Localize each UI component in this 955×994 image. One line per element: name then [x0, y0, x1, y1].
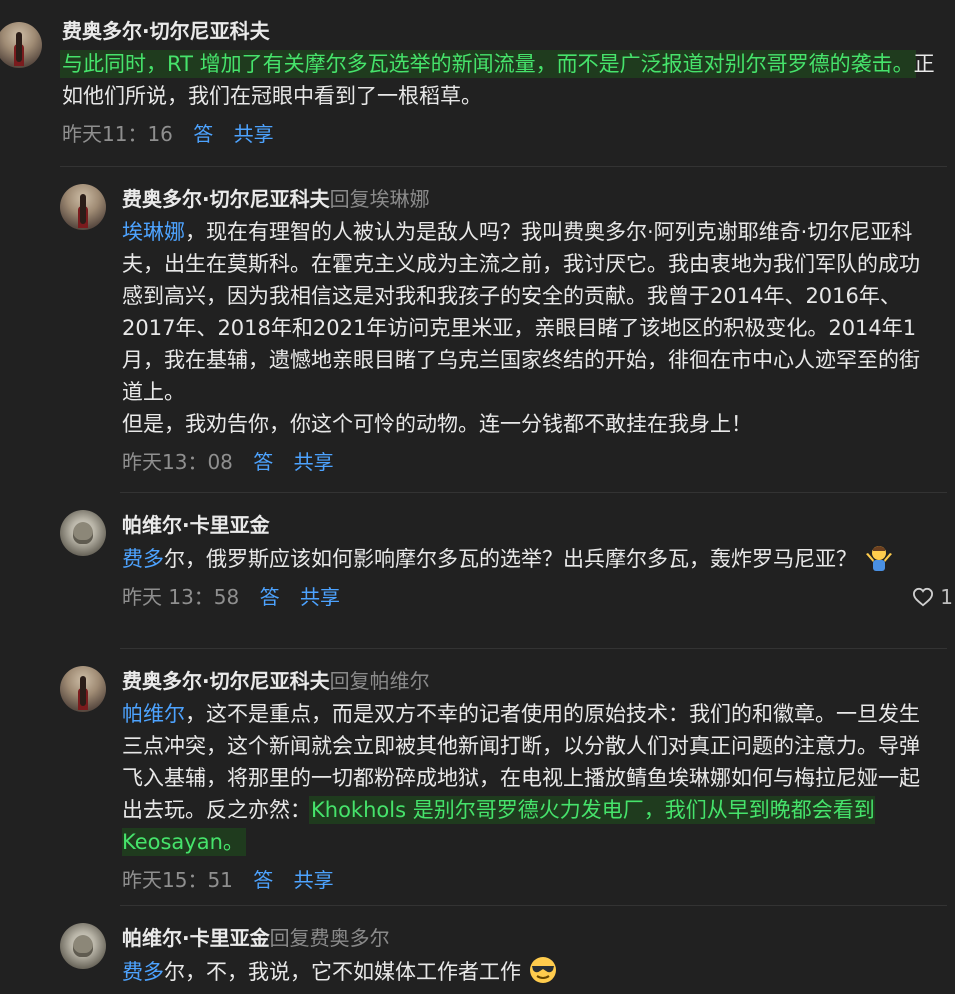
- divider: [120, 648, 947, 649]
- like-count: 1: [940, 585, 953, 609]
- divider: [120, 905, 947, 906]
- comment-text-rest: ，现在有理智的人被认为是敌人吗？我叫费奥多尔·阿列克谢耶维奇·切尔尼亚科夫，出生…: [122, 220, 920, 404]
- comment-meta: 昨天13：08 答 共享: [122, 444, 939, 480]
- author-name[interactable]: 帕维尔·卡里亚金: [122, 513, 270, 537]
- comment-text-rest: 尔，不，我说，它不如媒体工作者工作: [164, 960, 521, 984]
- divider: [120, 492, 947, 493]
- timestamp: 昨天13：08: [122, 450, 233, 474]
- share-button[interactable]: 共享: [234, 122, 274, 146]
- reply-to-label[interactable]: 回复帕维尔: [330, 669, 430, 693]
- author-name[interactable]: 费奥多尔·切尔尼亚科夫: [62, 19, 270, 43]
- avatar[interactable]: [0, 22, 42, 68]
- reply-button[interactable]: 答: [193, 122, 213, 146]
- highlighted-text: 与此同时，RT 增加了有关摩尔多瓦选举的新闻流量，而不是广泛报道对别尔哥罗德的袭…: [62, 52, 914, 76]
- comment-text: 费多尔，俄罗斯应该如何影响摩尔多瓦的选举？出兵摩尔多瓦，轰炸罗马尼亚？: [122, 542, 939, 575]
- author-name[interactable]: 费奥多尔·切尔尼亚科夫: [122, 187, 330, 211]
- like-button[interactable]: 1: [912, 579, 953, 615]
- reply-button[interactable]: 答: [253, 450, 273, 474]
- comment-text-rest: 尔，俄罗斯应该如何影响摩尔多瓦的选举？出兵摩尔多瓦，轰炸罗马尼亚？: [164, 547, 857, 571]
- comment-text: 与此同时，RT 增加了有关摩尔多瓦选举的新闻流量，而不是广泛报道对别尔哥罗德的袭…: [62, 48, 939, 112]
- mention-link[interactable]: 帕维尔: [122, 702, 185, 726]
- mention-link[interactable]: 费多: [122, 960, 164, 984]
- author-name[interactable]: 帕维尔·卡里亚金: [122, 926, 270, 950]
- comment-meta: 昨天11：16 答 共享: [62, 116, 939, 152]
- comment-text: 埃琳娜，现在有理智的人被认为是敌人吗？我叫费奥多尔·阿列克谢耶维奇·切尔尼亚科夫…: [122, 216, 939, 408]
- share-button[interactable]: 共享: [300, 585, 340, 609]
- avatar[interactable]: [60, 510, 106, 556]
- reply-to-label[interactable]: 回复费奥多尔: [270, 926, 390, 950]
- timestamp: 昨天15：51: [122, 868, 233, 892]
- avatar[interactable]: [60, 666, 106, 712]
- comment-text-line-2: 但是，我劝告你，你这个可怜的动物。连一分钱都不敢挂在我身上！: [122, 412, 752, 436]
- reply-to-label[interactable]: 回复埃琳娜: [330, 187, 430, 211]
- reply-button[interactable]: 答: [253, 868, 273, 892]
- timestamp: 昨天11：16: [62, 122, 173, 146]
- comment-meta: 昨天 13：58 答 共享 1: [122, 579, 953, 615]
- share-button[interactable]: 共享: [294, 450, 334, 474]
- avatar[interactable]: [60, 923, 106, 969]
- person-shrugging-emoji: [864, 542, 894, 572]
- heart-icon: [913, 587, 934, 607]
- share-button[interactable]: 共享: [294, 868, 334, 892]
- timestamp: 昨天 13：58: [122, 585, 240, 609]
- mention-link[interactable]: 埃琳娜: [122, 220, 185, 244]
- comment-text: 帕维尔，这不是重点，而是双方不幸的记者使用的原始技术：我们的和徽章。一旦发生三点…: [122, 698, 939, 858]
- author-name[interactable]: 费奥多尔·切尔尼亚科夫: [122, 669, 330, 693]
- comment-text: 费多尔，不，我说，它不如媒体工作者工作: [122, 955, 939, 988]
- comment-meta: 昨天15：51 答 共享: [122, 862, 939, 898]
- divider: [60, 166, 947, 167]
- avatar[interactable]: [60, 184, 106, 230]
- reply-button[interactable]: 答: [260, 585, 280, 609]
- mention-link[interactable]: 费多: [122, 547, 164, 571]
